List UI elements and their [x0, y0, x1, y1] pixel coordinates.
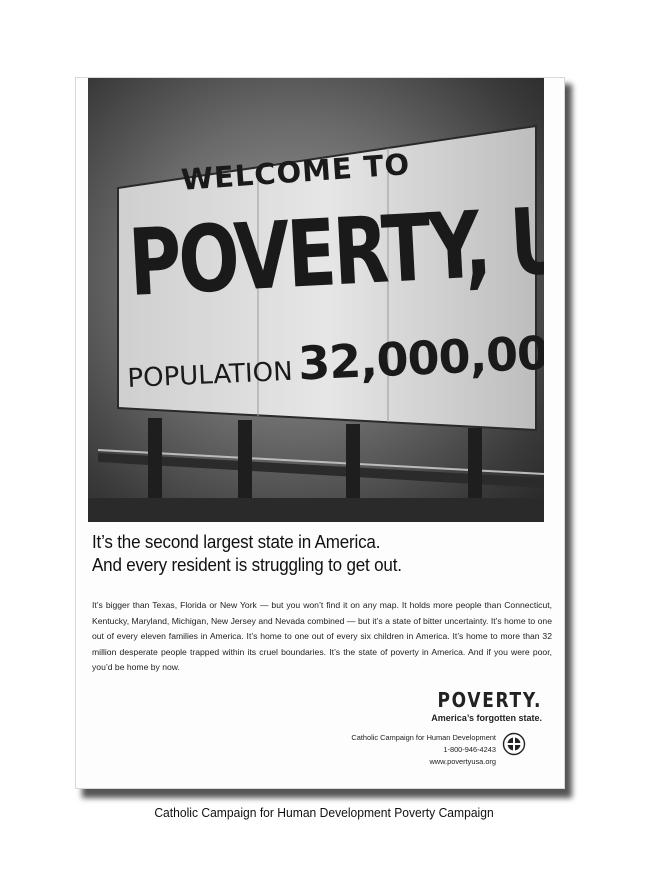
population-label: POPULATION	[126, 356, 294, 394]
website-url: www.povertyusa.org	[429, 757, 496, 766]
bishops-conference-seal-icon	[502, 732, 526, 756]
headline-line-1: It’s the second largest state in America…	[92, 531, 381, 552]
headline-line-2: And every resident is struggling to get …	[92, 554, 402, 575]
poverty-logo: POVERTY.	[437, 688, 542, 712]
organization-name: Catholic Campaign for Human Development	[351, 733, 496, 742]
document-caption: Catholic Campaign for Human Development …	[154, 805, 494, 820]
brand-block: POVERTY. America’s forgotten state.	[419, 688, 542, 723]
advertisement-page: WELCOME TO POVERTY, USA POPULATION32,000…	[75, 77, 565, 789]
phone-number: 1-800-946-4243	[443, 745, 496, 754]
population-value: 32,000,000	[297, 324, 544, 391]
brand-tagline: America’s forgotten state.	[431, 713, 542, 723]
billboard-photo: WELCOME TO POVERTY, USA POPULATION32,000…	[88, 78, 544, 522]
headline: It’s the second largest state in America…	[92, 530, 515, 576]
body-copy: It’s bigger than Texas, Florida or New Y…	[92, 600, 552, 672]
contact-info: Catholic Campaign for Human Development …	[351, 732, 496, 768]
